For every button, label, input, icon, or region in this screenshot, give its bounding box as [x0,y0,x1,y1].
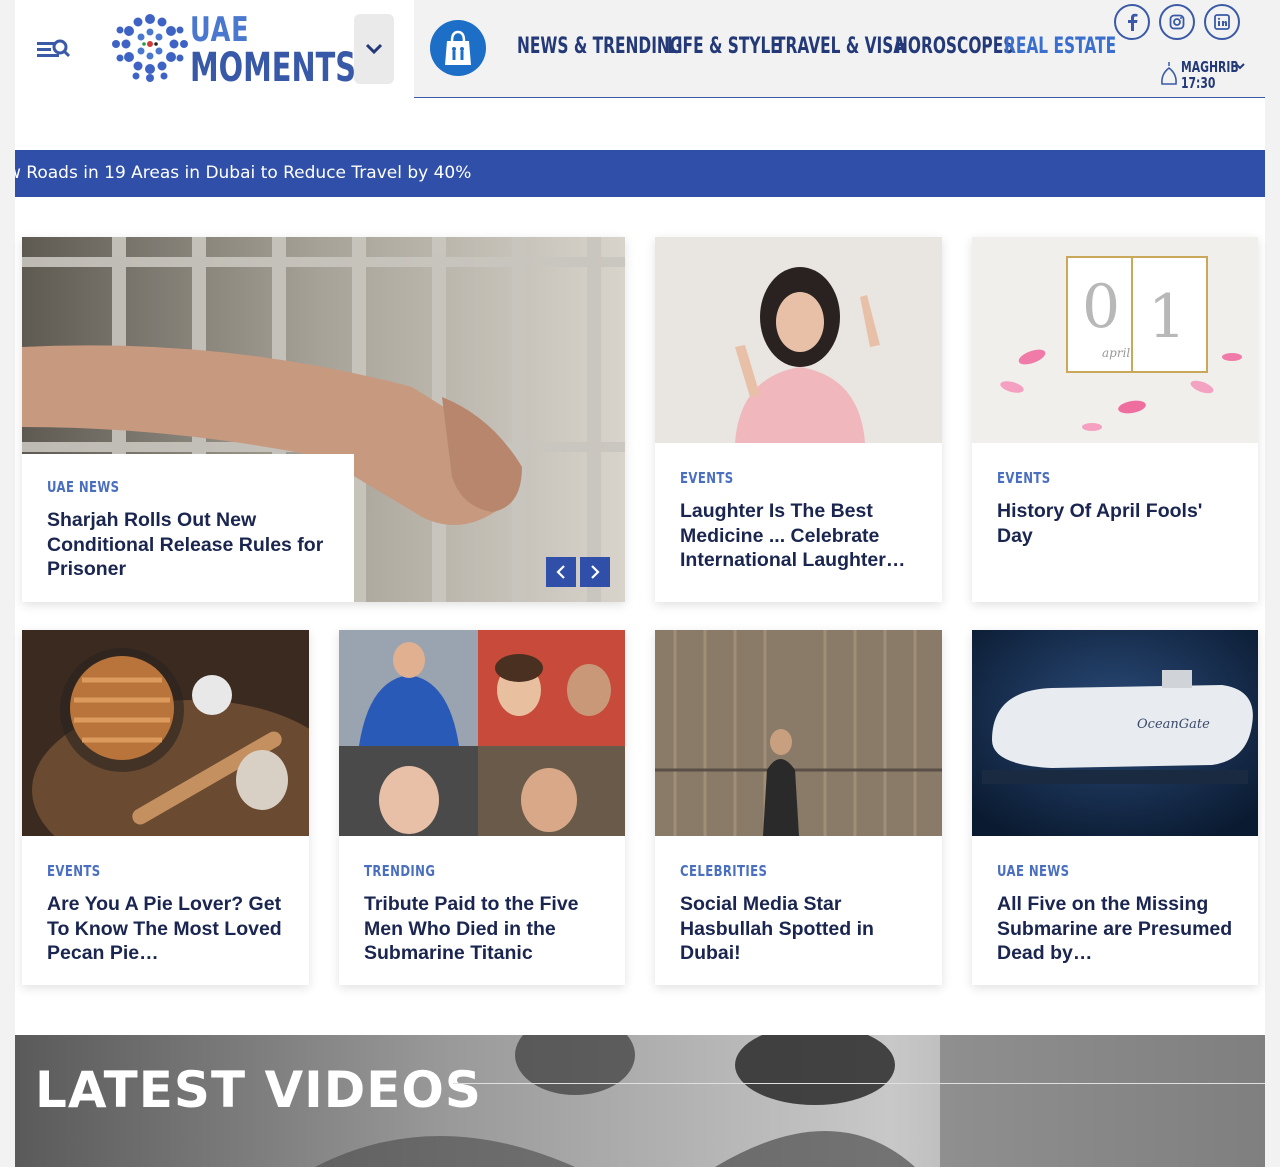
submarine-brand: OceanGate [1137,717,1210,732]
article-image: OceanGate [972,630,1258,836]
dubai-waterfall-image [655,630,942,836]
article-category[interactable]: CELEBRITIES [680,862,767,880]
mosque-icon [1161,62,1177,85]
menu-search-button[interactable] [35,36,71,62]
shopping-bag-icon [445,30,471,65]
article-card[interactable]: TRENDING Tribute Paid to the Five Men Wh… [339,630,625,985]
linkedin-link[interactable] [1204,4,1240,40]
nav-life-style[interactable]: LIFE & STYLE [667,34,781,59]
article-card[interactable]: EVENTS Are You A Pie Lover? Get To Know … [22,630,309,985]
chevron-down-icon [365,43,383,55]
ticker-headline[interactable]: w Roads in 19 Areas in Dubai to Reduce T… [15,163,471,183]
article-title[interactable]: History Of April Fools' Day [997,499,1242,548]
facebook-link[interactable] [1114,4,1150,40]
article-title[interactable]: Laughter Is The Best Medicine ... Celebr… [680,499,925,573]
chevron-right-icon [591,565,600,579]
slider-next-button[interactable] [580,557,610,587]
calendar-word: april [1102,346,1130,360]
submarine-image: OceanGate [972,630,1258,836]
article-card[interactable]: EVENTS Laughter Is The Best Medicine ...… [655,237,942,602]
linkedin-icon [1214,14,1230,30]
article-card[interactable]: 0 1 april EVENTS History Of April Fools'… [972,237,1258,602]
prayer-time: 17:30 [1181,74,1216,92]
slider-prev-button[interactable] [546,557,576,587]
news-ticker: w Roads in 19 Areas in Dubai to Reduce T… [15,150,1265,197]
article-image [655,630,942,836]
article-card[interactable]: OceanGate UAE NEWS All Five on the Missi… [972,630,1258,985]
logo-dropdown-button[interactable] [354,14,394,84]
logo-mark-icon [112,14,188,82]
instagram-icon [1169,14,1185,30]
nav-real-estate[interactable]: REAL ESTATE [1004,34,1116,59]
section-divider [453,1083,1265,1084]
article-image: 0 1 april [972,237,1258,443]
hero-category[interactable]: UAE NEWS [47,478,120,496]
hero-title[interactable]: Sharjah Rolls Out New Conditional Releas… [47,508,327,582]
article-image [655,237,942,443]
article-image [339,630,625,836]
calendar-digit-0: 0 [1082,272,1120,342]
social-links [1114,4,1240,40]
article-title[interactable]: All Five on the Missing Submarine are Pr… [997,892,1242,966]
page: UAE MOMENTS NEWS & TRENDING LIFE & STYLE… [0,0,1280,1167]
logo-text-moments: MOMENTS [190,45,356,91]
april-calendar-image: 0 1 april [972,237,1258,443]
nav-travel-visa[interactable]: TRAVEL & VISA [775,34,905,59]
main-nav: NEWS & TRENDING LIFE & STYLE TRAVEL & VI… [517,34,1116,59]
article-category[interactable]: UAE NEWS [997,862,1070,880]
latest-videos-title: LATEST VIDEOS [35,1061,482,1119]
logo-area: UAE MOMENTS [15,0,414,98]
nav-horoscopes[interactable]: HOROSCOPES [895,34,1014,59]
chevron-down-icon [1235,63,1245,70]
chevron-left-icon [556,565,565,579]
article-card[interactable]: CELEBRITIES Social Media Star Hasbullah … [655,630,942,985]
nav-area: NEWS & TRENDING LIFE & STYLE TRAVEL & VI… [414,0,1265,98]
hero-slider[interactable]: UAE NEWS Sharjah Rolls Out New Condition… [22,237,625,602]
calendar-digit-1: 1 [1148,282,1186,352]
article-image [22,630,309,836]
pecan-pie-image [22,630,309,836]
site-container: UAE MOMENTS NEWS & TRENDING LIFE & STYLE… [15,0,1265,1167]
site-logo[interactable]: UAE MOMENTS [110,10,356,88]
article-title[interactable]: Tribute Paid to the Five Men Who Died in… [364,892,609,966]
latest-videos-section: LATEST VIDEOS [15,1035,1265,1167]
prayer-time-widget[interactable]: MAGHRIB 17:30 [1159,58,1259,94]
facebook-icon [1128,13,1138,31]
article-title[interactable]: Are You A Pie Lover? Get To Know The Mos… [47,892,292,966]
hero-caption[interactable]: UAE NEWS Sharjah Rolls Out New Condition… [22,454,354,602]
nav-news-trending[interactable]: NEWS & TRENDING [517,34,682,59]
site-header: UAE MOMENTS NEWS & TRENDING LIFE & STYLE… [15,0,1265,98]
laughing-woman-image [655,237,942,443]
article-category[interactable]: EVENTS [680,469,734,487]
five-men-collage-image [339,630,625,836]
shopping-bag-button[interactable] [430,20,486,76]
instagram-link[interactable] [1159,4,1195,40]
article-category[interactable]: EVENTS [997,469,1051,487]
menu-search-icon [37,39,71,58]
article-title[interactable]: Social Media Star Hasbullah Spotted in D… [680,892,925,966]
logo-text-uae: UAE [190,10,250,50]
article-category[interactable]: EVENTS [47,862,101,880]
article-category[interactable]: TRENDING [364,862,435,880]
